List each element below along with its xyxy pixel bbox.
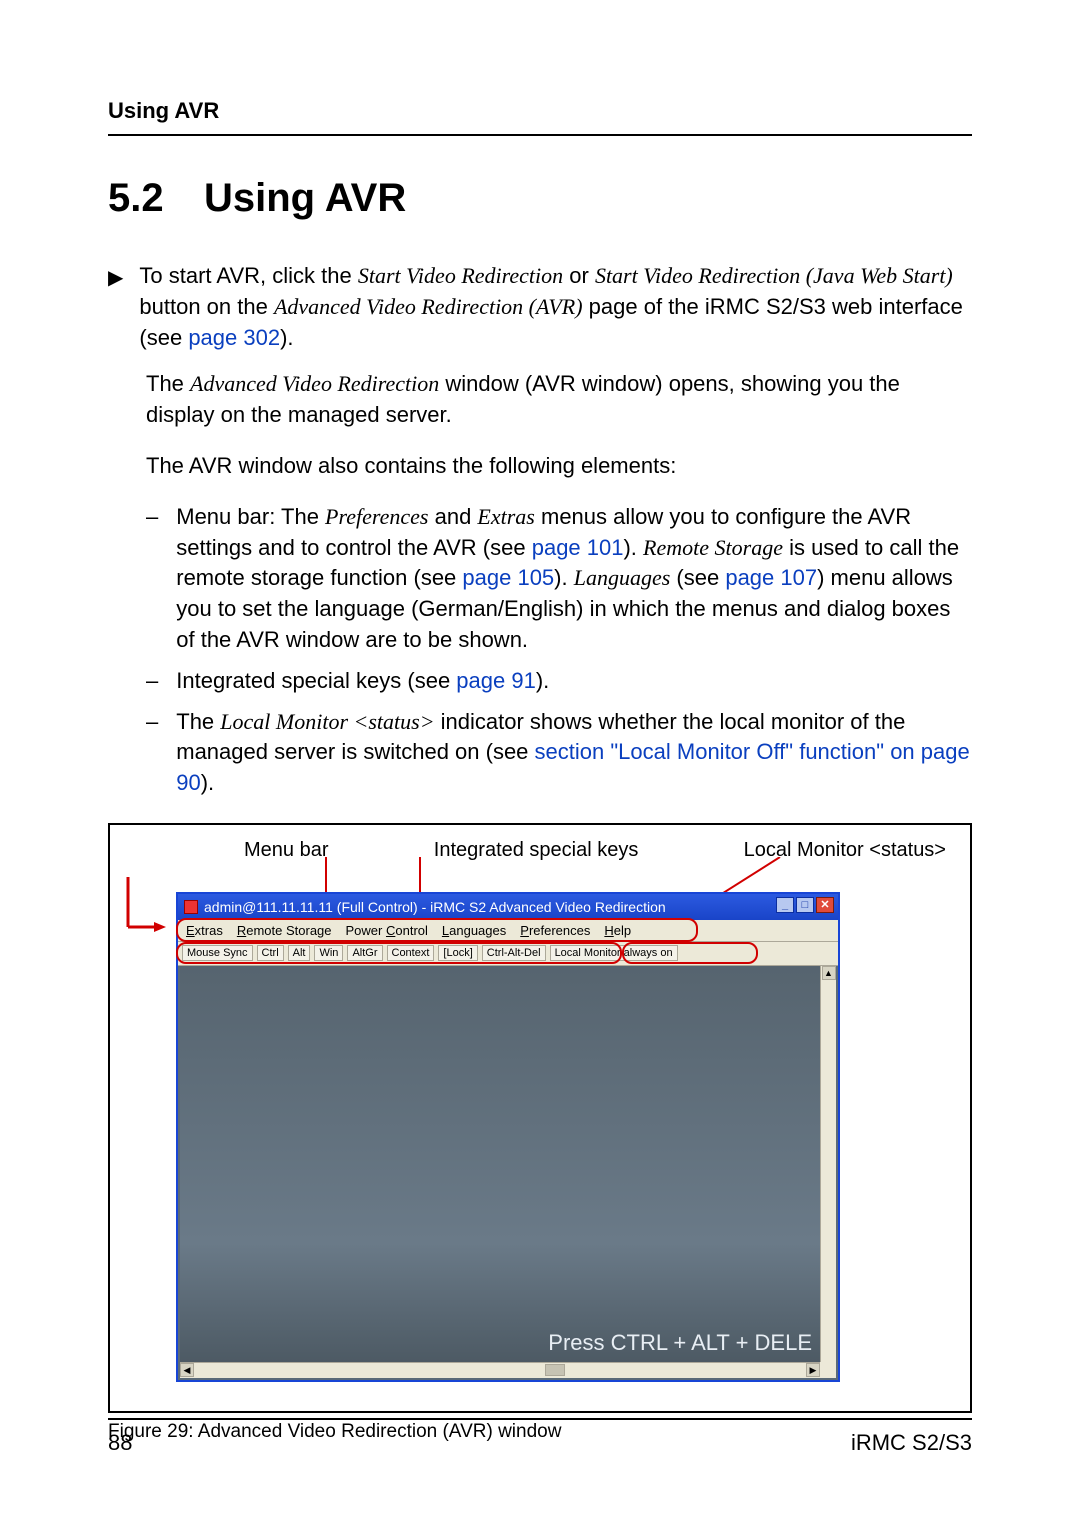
close-button[interactable]: ✕ (816, 897, 834, 913)
btn-win[interactable]: Win (314, 945, 343, 961)
list-item-keys: – Integrated special keys (see page 91). (146, 666, 972, 697)
menu-power-control[interactable]: Power Control (346, 923, 428, 938)
btn-ctrl[interactable]: Ctrl (257, 945, 284, 961)
btn-ctrl-alt-del[interactable]: Ctrl-Alt-Del (482, 945, 546, 961)
menu-languages[interactable]: Languages (442, 923, 506, 938)
app-icon (184, 900, 198, 914)
maximize-button[interactable]: □ (796, 897, 814, 913)
avr-window: admin@111.11.11.11 (Full Control) - iRMC… (176, 892, 840, 1382)
dash-icon: – (146, 502, 158, 533)
btn-mouse-sync[interactable]: Mouse Sync (182, 945, 253, 961)
footer-rule (108, 1418, 972, 1420)
avr-menubar[interactable]: Extras Remote Storage Power Control Lang… (178, 920, 838, 942)
press-ctrl-alt-del-text: Press CTRL + ALT + DELE (548, 1330, 812, 1356)
menu-remote-storage[interactable]: Remote Storage (237, 923, 332, 938)
page: Using AVR 5.2Using AVR ▶ To start AVR, c… (0, 0, 1080, 1526)
avr-remote-screen[interactable]: Press CTRL + ALT + DELE (180, 966, 820, 1362)
section-number: 5.2 (108, 176, 204, 221)
avr-elements-intro: The AVR window also contains the followi… (146, 451, 972, 482)
scroll-thumb[interactable] (545, 1364, 565, 1376)
label-keys: Integrated special keys (434, 839, 639, 862)
avr-titlebar[interactable]: admin@111.11.11.11 (Full Control) - iRMC… (178, 894, 838, 920)
btn-local-monitor-status[interactable]: Local Monitor always on (550, 945, 678, 961)
page-101-link[interactable]: page 101 (532, 535, 624, 560)
page-91-link[interactable]: page 91 (456, 668, 536, 693)
page-105-link[interactable]: page 105 (462, 565, 554, 590)
scroll-right-icon[interactable]: ▶ (806, 1363, 820, 1377)
figure-labels: Menu bar Integrated special keys Local M… (244, 839, 946, 862)
running-header: Using AVR (108, 98, 972, 124)
horizontal-scrollbar[interactable]: ◀ ▶ (180, 1362, 820, 1378)
avr-toolbar: Mouse Sync Ctrl Alt Win AltGr Context [L… (178, 942, 838, 966)
avr-title-text: admin@111.11.11.11 (Full Control) - iRMC… (204, 899, 666, 915)
start-avr-text: To start AVR, click the Start Video Redi… (139, 261, 972, 353)
menu-preferences[interactable]: Preferences (520, 923, 590, 938)
header-rule (108, 134, 972, 136)
section-title: 5.2Using AVR (108, 176, 972, 221)
list-item-localmon: – The Local Monitor <status> indicator s… (146, 707, 972, 799)
window-controls: _ □ ✕ (776, 897, 834, 913)
dash-icon: – (146, 707, 158, 738)
section-heading: Using AVR (204, 176, 406, 220)
menu-extras[interactable]: Extras (186, 923, 223, 938)
scroll-left-icon[interactable]: ◀ (180, 1363, 194, 1377)
list-item-menubar: – Menu bar: The Preferences and Extras m… (146, 502, 972, 656)
dash-list: – Menu bar: The Preferences and Extras m… (146, 502, 972, 799)
menu-help[interactable]: Help (604, 923, 631, 938)
avr-window-opens: The Advanced Video Redirection window (A… (146, 369, 972, 431)
btn-alt[interactable]: Alt (288, 945, 311, 961)
page-footer: 88 iRMC S2/S3 (108, 1390, 972, 1456)
page-302-link[interactable]: page 302 (188, 325, 280, 350)
figure-29: Menu bar Integrated special keys Local M… (108, 823, 972, 1413)
triangle-icon: ▶ (108, 264, 123, 292)
btn-context[interactable]: Context (387, 945, 435, 961)
label-menubar: Menu bar (244, 839, 329, 862)
vertical-scrollbar[interactable]: ▲ (820, 966, 836, 1362)
dash-icon: – (146, 666, 158, 697)
annotation-arrow-side (122, 877, 166, 937)
start-avr-bullet: ▶ To start AVR, click the Start Video Re… (108, 261, 972, 353)
scroll-corner (820, 1362, 836, 1378)
btn-lock[interactable]: [Lock] (438, 945, 477, 961)
btn-altgr[interactable]: AltGr (347, 945, 382, 961)
label-localmon: Local Monitor <status> (744, 839, 946, 862)
scroll-up-icon[interactable]: ▲ (822, 966, 836, 980)
minimize-button[interactable]: _ (776, 897, 794, 913)
page-number: 88 (108, 1430, 132, 1456)
page-107-link[interactable]: page 107 (725, 565, 817, 590)
doc-id: iRMC S2/S3 (851, 1430, 972, 1456)
